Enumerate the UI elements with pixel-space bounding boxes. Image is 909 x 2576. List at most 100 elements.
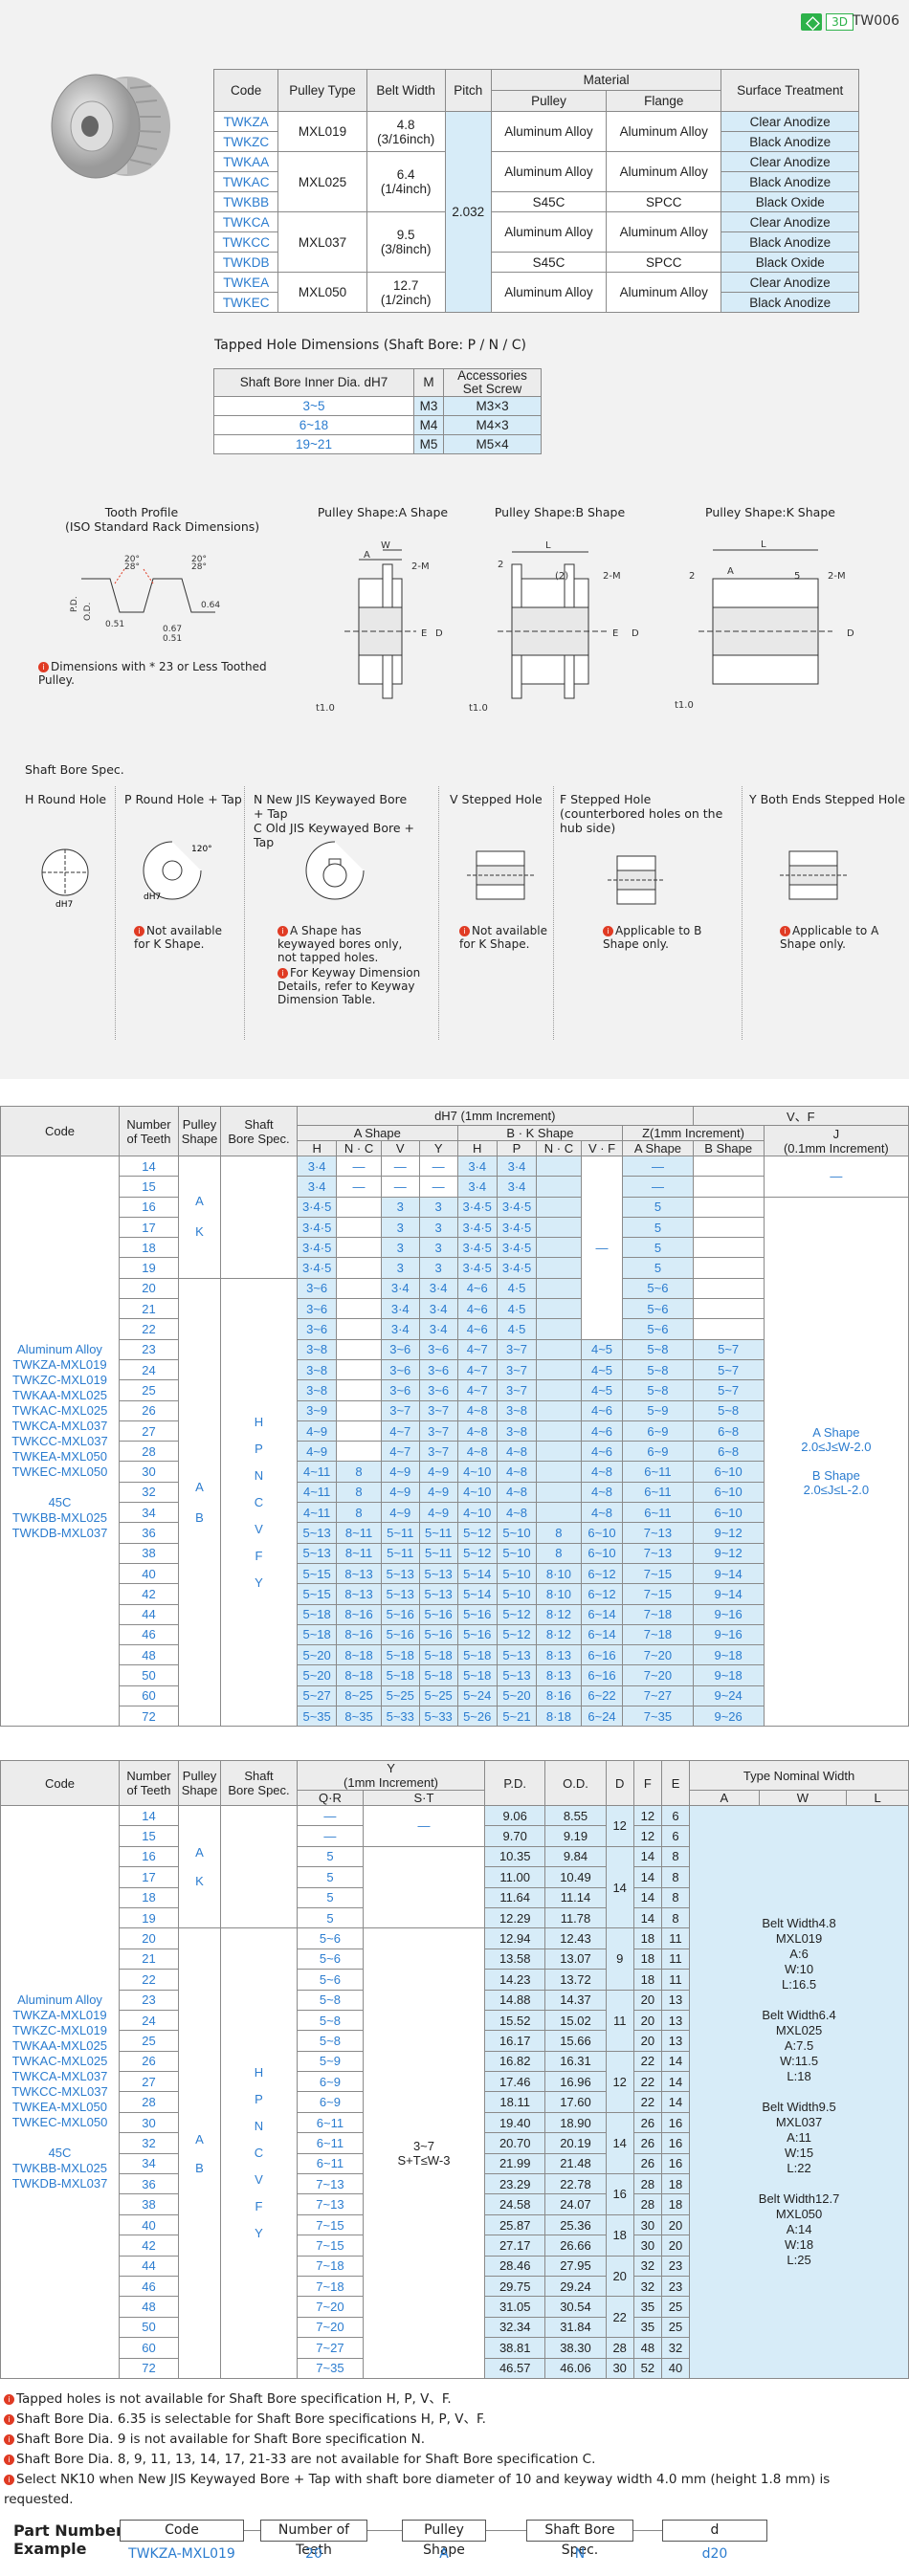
teeth-cell: 19 (119, 1257, 179, 1279)
tapped-table: Shaft Bore Inner Dia. dH7 M Accessories Se… (213, 368, 542, 454)
qr-cell: 7~35 (297, 2357, 364, 2379)
svg-text:2-M: 2-M (411, 561, 430, 572)
table-cell: 18 (632, 1927, 662, 1949)
table-cell: 14 (632, 1866, 662, 1888)
table-cell: 5~16 (380, 1603, 420, 1625)
table-cell: 13.72 (544, 1969, 607, 1991)
table-cell (336, 1379, 382, 1401)
table-cell (536, 1237, 582, 1259)
table-cell: 4~11 (296, 1481, 338, 1504)
header-row: Code Pulley Type Belt Width Pitch Material Su… (212, 69, 859, 112)
table-cell: 8·16 (536, 1684, 582, 1707)
table-cell: 7~20 (622, 1644, 694, 1666)
3d-badge[interactable]: 3D (801, 13, 854, 31)
qr-cell: 7~15 (297, 2213, 364, 2236)
table-cell: 15.66 (544, 2030, 607, 2052)
surface-cell: Black Anodize (721, 292, 859, 313)
flange-material: Aluminum Alloy (606, 211, 722, 253)
table-cell: 4~9 (380, 1461, 420, 1483)
table-cell: M5 (412, 434, 445, 454)
table-row: TWKEA MXL050 12.7 (1/2inch) Aluminum Alloy A… (212, 272, 859, 313)
k-shape-caption: Pulley Shape:K Shape (705, 505, 835, 519)
material-table: Code Pulley Type Belt Width Pitch Material Su… (212, 69, 859, 313)
column-header: V · F (580, 1140, 624, 1156)
table-cell: 20 (660, 2213, 691, 2236)
round-tap-drawing: 120° dH7 (143, 841, 212, 902)
teeth-cell: 36 (119, 2173, 179, 2195)
svg-text:(2): (2) (555, 571, 568, 582)
table-cell: 5~8 (622, 1379, 694, 1401)
bore-spec-title: Shaft Bore Spec. (25, 762, 124, 777)
table-cell: 3·4 (380, 1277, 420, 1300)
qr-cell: 5~9 (297, 2050, 364, 2073)
table-cell: 21.99 (484, 2152, 546, 2175)
column-header: W (758, 1790, 848, 1806)
table-cell: 25.87 (484, 2213, 546, 2236)
table-cell: 5~18 (380, 1644, 420, 1666)
teeth-cell: 21 (119, 1298, 179, 1320)
column-header: N · C (536, 1140, 582, 1156)
column-header: Pitch (444, 69, 492, 112)
table-cell: 5~13 (296, 1522, 338, 1544)
table-row: 16 3·4·5 3 3 3·4·5 3·4·5 5 A Shape 2.0≤J≤W-2.0 … (1, 1196, 909, 1728)
table-cell: 38.81 (484, 2337, 546, 2359)
surface-cell: Clear Anodize (721, 111, 859, 132)
stepped-hole-drawing (467, 850, 534, 900)
svg-text:28°: 28° (191, 562, 207, 572)
table-cell: 5~10 (496, 1562, 538, 1585)
table-cell: 8·10 (536, 1562, 582, 1585)
teeth-cell: 44 (119, 2255, 179, 2277)
column-header: Flange (606, 90, 722, 112)
table-cell: 4~7 (380, 1420, 420, 1442)
qr-cell: 7~20 (297, 2316, 364, 2339)
table-cell: 20 (660, 2235, 691, 2257)
code-block: Aluminum Alloy TWKZA-MXL019 TWKZC-MXL019… (0, 1155, 120, 1728)
column-header: Shaft Bore Inner Dia. dH7 (213, 368, 414, 397)
part-value-2: A (439, 2546, 449, 2562)
table-cell: 23.29 (484, 2173, 546, 2195)
table-cell: 8 (336, 1502, 382, 1524)
table-cell: 4~8 (496, 1461, 538, 1483)
table-cell: 3~7 (380, 1399, 420, 1421)
table-cell: 5~27 (296, 1684, 338, 1707)
table-cell: 3·4 (456, 1155, 498, 1178)
table-cell: 5~33 (418, 1706, 458, 1728)
svg-text:0.51: 0.51 (105, 620, 124, 629)
table-cell: 3 (418, 1237, 458, 1259)
code-block: Aluminum Alloy TWKZA-MXL019 TWKZC-MXL019… (0, 1805, 120, 2379)
table-cell: 14.23 (484, 1969, 546, 1991)
teeth-cell: 38 (119, 2193, 179, 2215)
column-header: A (689, 1790, 760, 1806)
table-cell: 11.64 (484, 1886, 546, 1908)
table-cell: 5~12 (496, 1623, 538, 1646)
teeth-cell: 16 (119, 1196, 179, 1218)
teeth-cell: 15 (119, 1825, 179, 1847)
table-cell: 3·4 (496, 1155, 538, 1178)
table-cell: 4~7 (456, 1379, 498, 1401)
table-cell: 3~7 (418, 1399, 458, 1421)
svg-text:W: W (381, 540, 390, 551)
table-cell: 3~6 (296, 1277, 338, 1300)
table-cell: 3~7 (418, 1441, 458, 1463)
table-cell: 30 (632, 2235, 662, 2257)
d-cell: 9 (605, 1927, 634, 1991)
note-item: i Shaft Bore Dia. 6.35 is selectable for … (4, 2410, 903, 2430)
teeth-cell: 21 (119, 1948, 179, 1971)
info-icon: i (4, 2394, 14, 2405)
table-cell (336, 1358, 382, 1381)
table-cell: 11 (660, 1969, 691, 1991)
code-cell: TWKEC (212, 292, 279, 313)
teeth-cell: 48 (119, 2296, 179, 2318)
teeth-cell: 23 (119, 1338, 179, 1360)
table-cell: 3·4·5 (496, 1257, 538, 1279)
table-cell: 8·18 (536, 1706, 582, 1728)
table-cell: 3·4 (496, 1176, 538, 1198)
table-cell: 26 (632, 2111, 662, 2134)
svg-text:t1.0: t1.0 (316, 703, 335, 714)
column-header: O.D. (544, 1760, 607, 1806)
table-cell: 5~16 (418, 1623, 458, 1646)
info-icon: i (780, 926, 790, 936)
table-cell: 3 (380, 1216, 420, 1239)
column-header: Code (212, 69, 279, 112)
table-cell: 4~8 (456, 1420, 498, 1442)
